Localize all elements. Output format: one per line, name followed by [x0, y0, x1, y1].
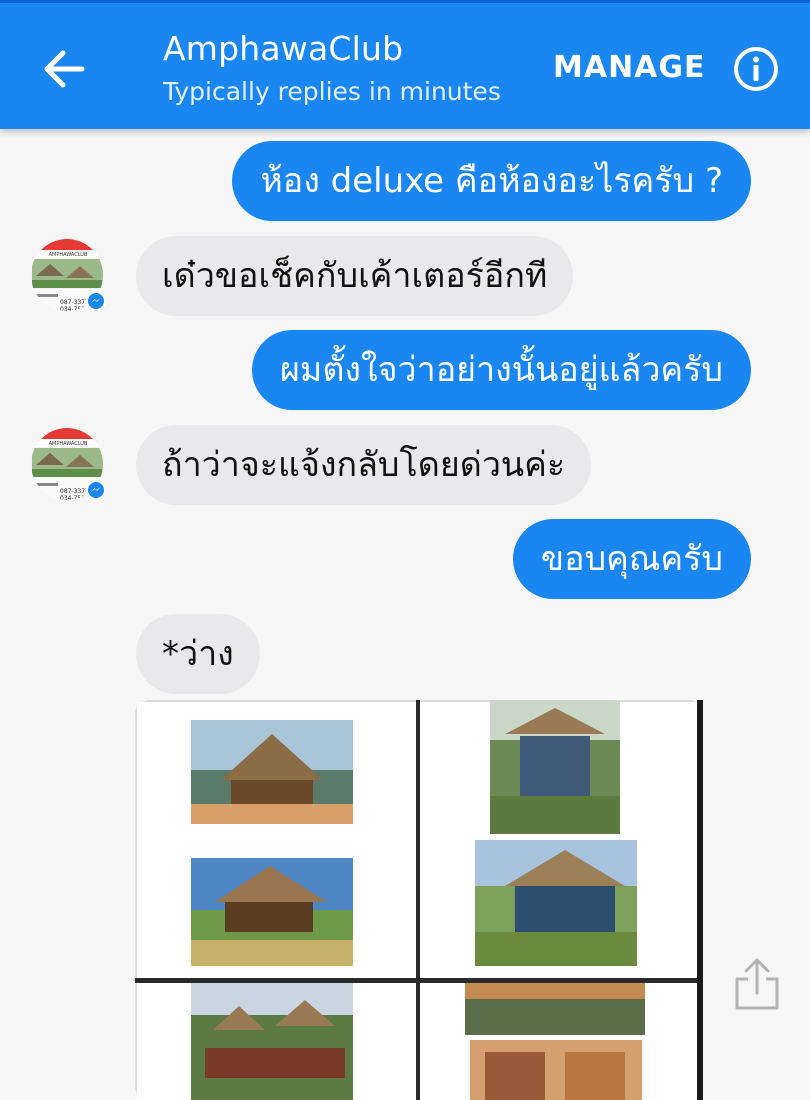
- incoming-message[interactable]: ถ้าว่าจะแจ้งกลับโดยด่วนค่ะ: [136, 425, 592, 505]
- outgoing-message[interactable]: ขอบคุณครับ: [512, 519, 751, 599]
- outgoing-message[interactable]: ผมตั้งใจว่าอย่างนั้นอยู่แล้วครับ: [251, 330, 751, 410]
- svg-text:AMPHAWACLUB: AMPHAWACLUB: [49, 441, 88, 447]
- incoming-message[interactable]: *ว่าง: [136, 614, 260, 694]
- messenger-badge-icon: [86, 291, 106, 311]
- svg-text:087-3377: 087-3377: [60, 488, 89, 495]
- manage-button[interactable]: MANAGE: [553, 50, 706, 85]
- photo-thumbnail: [420, 700, 701, 978]
- incoming-message[interactable]: เด๋วขอเช็คกับเค้าเตอร์อีกที: [136, 236, 574, 316]
- svg-text:034-751-: 034-751-: [60, 306, 87, 313]
- outgoing-message[interactable]: ห้อง deluxe คือห้องอะไรครับ ?: [232, 141, 751, 221]
- svg-text:034-751-: 034-751-: [60, 495, 87, 502]
- chat-header: AmphawaClub Typically replies in minutes…: [0, 3, 810, 129]
- share-icon[interactable]: [734, 957, 780, 1011]
- chat-title[interactable]: AmphawaClub: [163, 29, 403, 68]
- photo-thumbnail: [420, 983, 701, 1100]
- info-icon[interactable]: [732, 45, 780, 93]
- page-avatar[interactable]: AMPHAWACLUB 087-3377 034-751-: [30, 236, 108, 314]
- photo-thumbnail: [137, 702, 416, 978]
- message-list[interactable]: ห้อง deluxe คือห้องอะไรครับ ? AMPHAWACLU…: [0, 129, 810, 1100]
- photo-attachment-grid[interactable]: [135, 700, 703, 1100]
- page-avatar[interactable]: AMPHAWACLUB 087-3377 034-751-: [30, 425, 108, 503]
- chat-subtitle: Typically replies in minutes: [163, 77, 501, 106]
- arrow-left-icon[interactable]: [36, 41, 92, 97]
- messenger-badge-icon: [86, 480, 106, 500]
- svg-text:AMPHAWACLUB: AMPHAWACLUB: [49, 252, 88, 258]
- svg-text:087-3377: 087-3377: [60, 299, 89, 306]
- photo-thumbnail: [137, 983, 416, 1100]
